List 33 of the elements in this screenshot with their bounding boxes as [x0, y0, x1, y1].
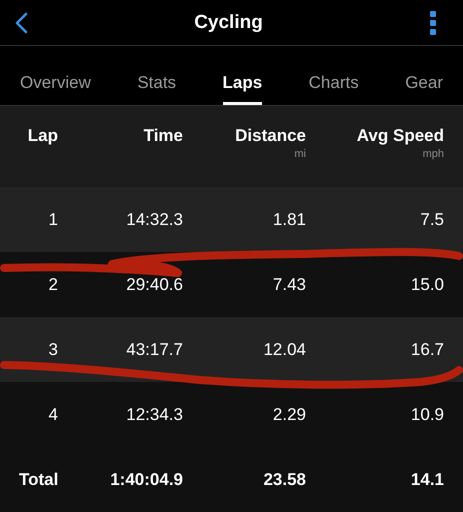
table-cell-text: 16.7 [410, 340, 444, 360]
tab[interactable]: Gear [405, 46, 443, 105]
table-cell-text: 43:17.7 [125, 340, 183, 360]
total-cell-text: 14.1 [410, 470, 444, 490]
more-options-icon[interactable] [429, 10, 437, 36]
table-cell-text: 14:32.3 [125, 210, 183, 230]
table-cell-text: 7.5 [419, 210, 444, 230]
table-cell-text: 15.0 [410, 274, 444, 294]
total-cell-text: Total [18, 470, 58, 490]
back-icon[interactable] [14, 12, 28, 34]
tab[interactable]: Charts [308, 46, 359, 105]
table-cell-text: 1.81 [272, 210, 306, 230]
table-cell-text: 2.29 [272, 404, 306, 424]
table-cell-text: 29:40.6 [125, 274, 183, 294]
tab[interactable]: Overview [20, 46, 91, 105]
table-cell-text: 2 [48, 274, 58, 294]
table-cell-text: 3 [48, 340, 58, 360]
tab[interactable]: Stats [137, 46, 176, 105]
column-header: Lap [28, 126, 58, 146]
table-cell-text: 12.04 [262, 340, 306, 360]
column-header: Avg Speed [356, 126, 444, 146]
total-cell-text: 23.58 [262, 470, 306, 490]
total-cell-text: 1:40:04.9 [109, 470, 183, 490]
column-header: Distance [235, 126, 306, 146]
table-cell-text: 7.43 [272, 274, 306, 294]
screen-title: Cycling [194, 12, 263, 34]
table-cell-text: 4 [48, 404, 58, 424]
column-header: Time [144, 126, 183, 146]
unit-label: mi [294, 148, 306, 160]
table-cell-text: 1 [48, 210, 58, 230]
table-cell-text: 10.9 [410, 404, 444, 424]
unit-label: mph [422, 148, 444, 160]
table-cell-text: 12:34.3 [125, 404, 183, 424]
